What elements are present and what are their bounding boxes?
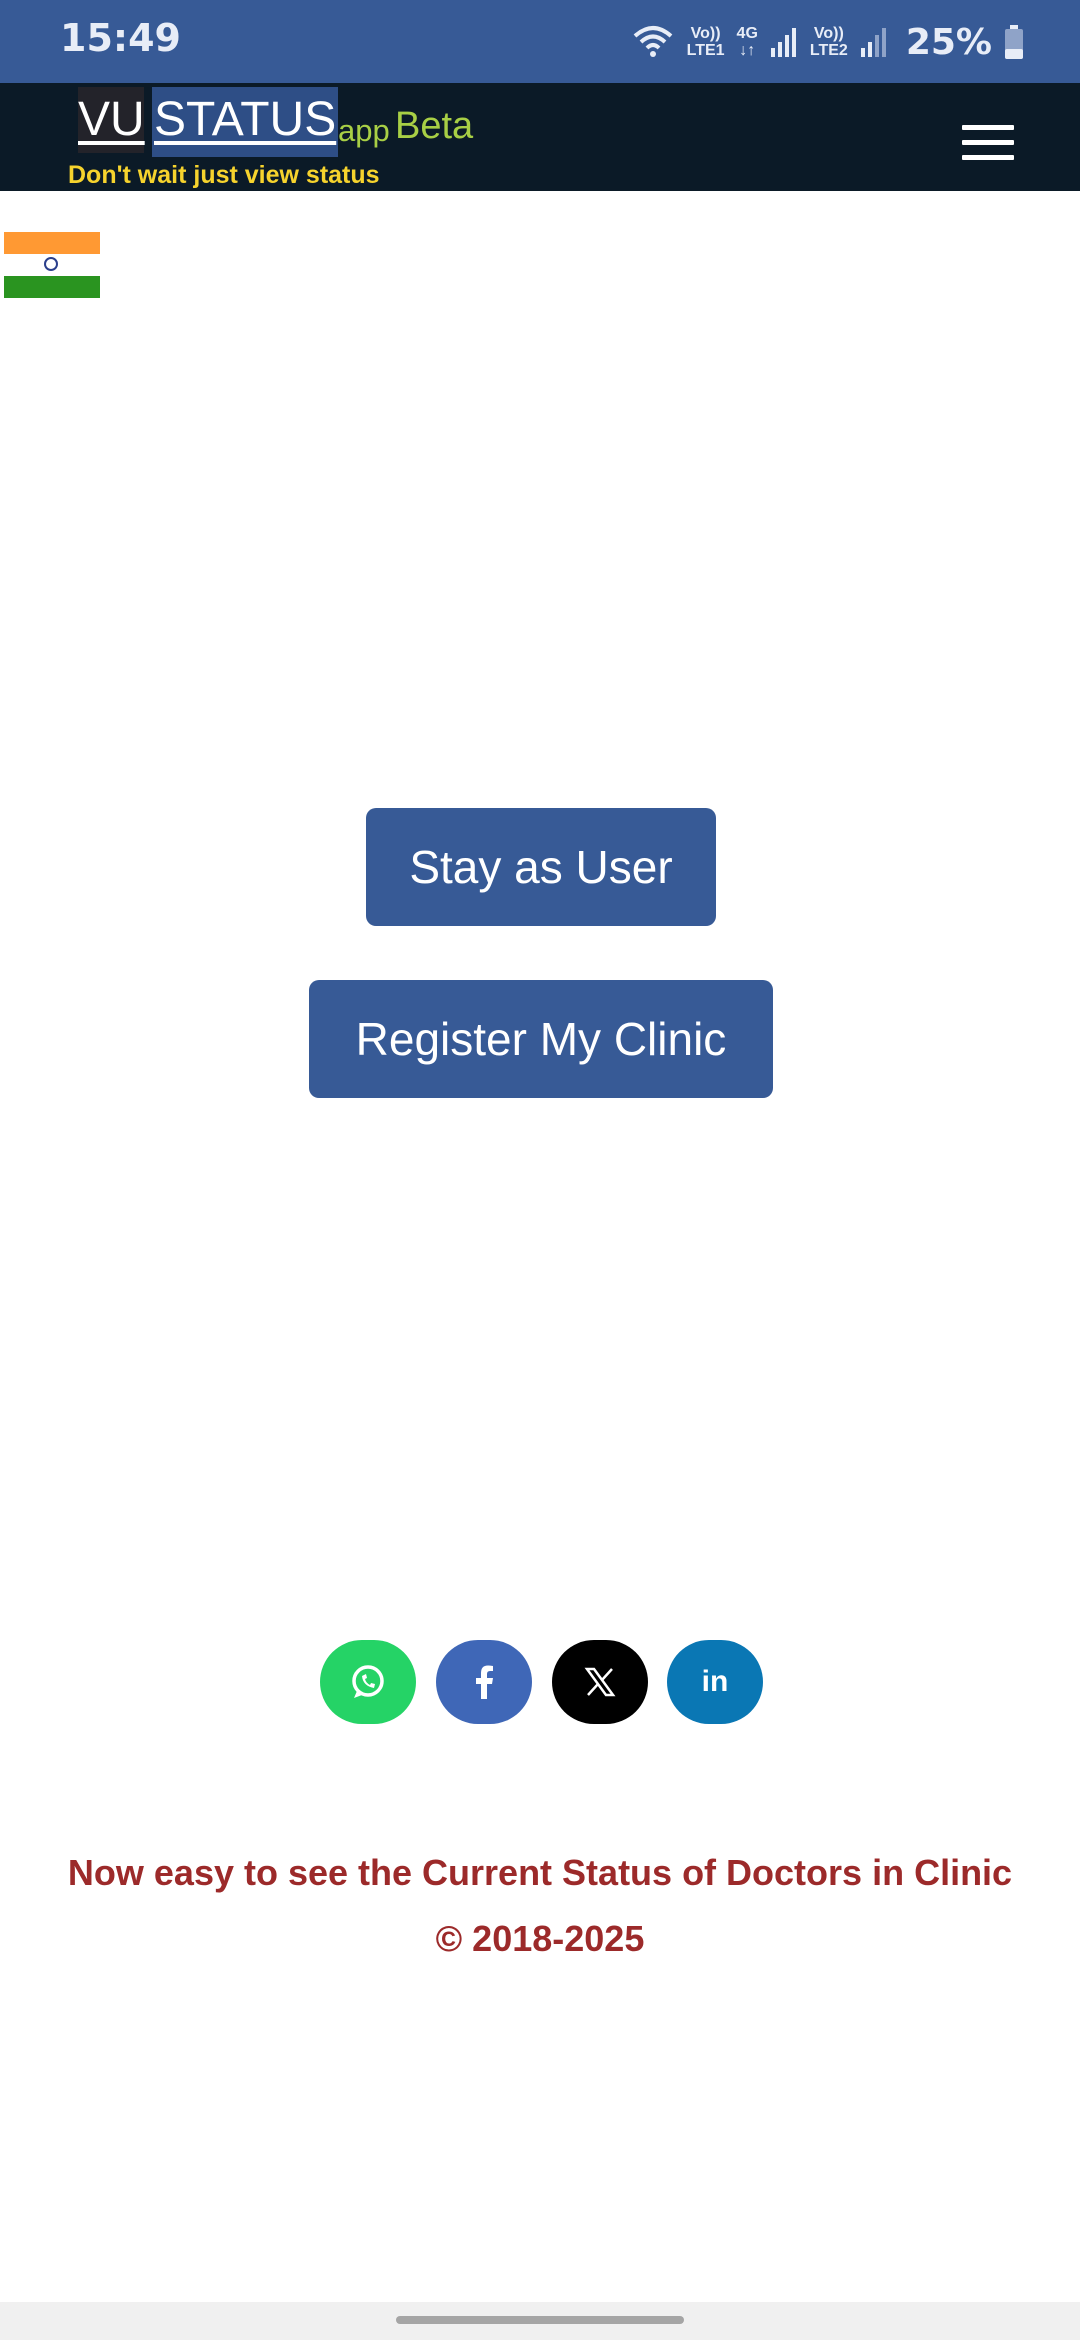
logo-status[interactable]: STATUS [152, 87, 339, 157]
app-header: VU STATUS app Beta Don't wait just view … [0, 83, 1080, 191]
facebook-share-button[interactable] [436, 1640, 532, 1724]
linkedin-share-button[interactable]: in [667, 1640, 763, 1724]
whatsapp-share-button[interactable] [320, 1640, 416, 1724]
sim2-volte-tag: Vo)) LTE2 [809, 25, 848, 59]
signal-icon [860, 28, 886, 57]
footer-copyright: © 2018-2025 [435, 1918, 645, 1959]
logo-vu[interactable]: VU [78, 87, 145, 153]
system-nav-bar [0, 2302, 1080, 2340]
header-tagline: Don't wait just view status [68, 161, 380, 189]
india-flag-icon[interactable] [4, 232, 100, 300]
battery-icon [1005, 25, 1023, 59]
home-gesture-handle[interactable] [396, 2316, 684, 2324]
logo-app-label: app [338, 113, 390, 148]
status-icons: Vo)) LTE1 4G ↓↑ Vo)) LTE2 25% [631, 18, 1024, 66]
x-share-button[interactable] [552, 1640, 648, 1724]
status-time: 15:49 [60, 16, 181, 60]
network-type-tag: 4G ↓↑ [736, 25, 758, 59]
sim1-volte-tag: Vo)) LTE1 [686, 25, 725, 59]
battery-percentage: 25% [905, 21, 992, 63]
facebook-icon [476, 1665, 493, 1699]
whatsapp-icon [352, 1665, 384, 1698]
signal-icon [770, 28, 796, 57]
status-bar: 15:49 Vo)) LTE1 4G ↓↑ Vo)) LTE2 25% [0, 0, 1080, 83]
footer-tagline: Now easy to see the Current Status of Do… [67, 1852, 1013, 1893]
register-clinic-button[interactable]: Register My Clinic [309, 980, 773, 1098]
stay-as-user-button[interactable]: Stay as User [366, 808, 716, 926]
x-icon [584, 1667, 616, 1697]
logo-beta-label: Beta [395, 105, 474, 147]
linkedin-icon: in [701, 1665, 729, 1698]
wifi-icon [633, 26, 672, 57]
hamburger-menu-icon[interactable] [962, 125, 1014, 165]
